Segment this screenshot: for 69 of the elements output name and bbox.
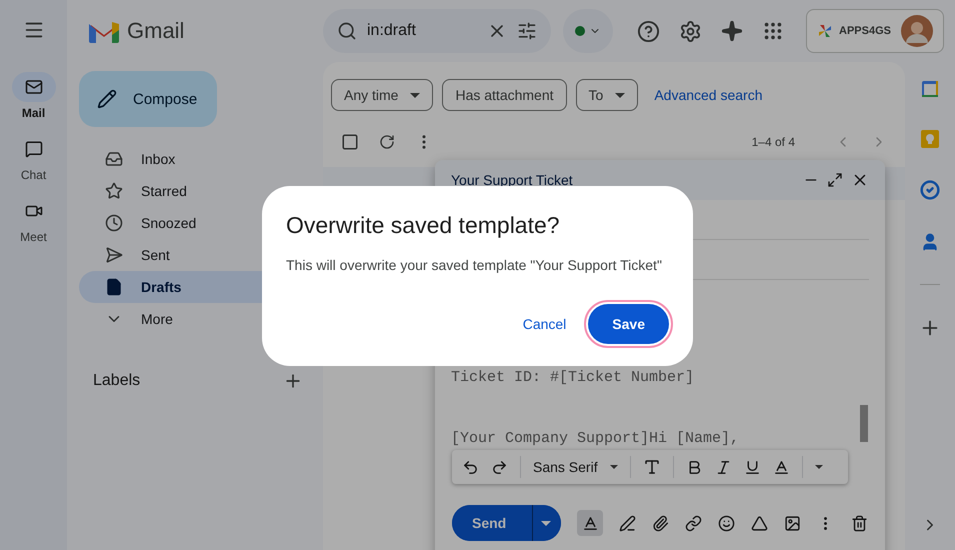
pinwheel-logo-icon [817, 23, 833, 39]
pencil-icon [97, 89, 117, 109]
text-format-icon [582, 514, 599, 532]
inbox-icon [105, 150, 123, 168]
body-text: [Your Company Support]Hi [Name], [451, 430, 740, 447]
dialog-message: This will overwrite your saved template "Your Support Ticket" [286, 257, 663, 273]
search-icon [337, 21, 357, 41]
text-color-icon[interactable] [772, 458, 790, 476]
drive-icon[interactable] [751, 514, 768, 532]
mail-icon [24, 78, 42, 96]
trash-icon[interactable] [851, 514, 868, 532]
filter-chip[interactable]: Has attachment [442, 79, 567, 111]
chat-icon [24, 140, 42, 158]
filter-icon[interactable] [517, 21, 537, 41]
nav-item[interactable]: Inbox [79, 143, 323, 175]
task-check-icon[interactable] [920, 180, 940, 200]
search-field[interactable]: in:draft [323, 9, 551, 53]
font-select[interactable]: Sans Serif [533, 459, 598, 475]
image-icon[interactable] [784, 514, 802, 532]
save-button[interactable]: Save [588, 304, 669, 344]
advanced-search-link[interactable]: Advanced search [654, 87, 763, 103]
attach-icon[interactable] [652, 514, 670, 532]
cancel-button[interactable]: Cancel [518, 304, 570, 344]
labels-heading: Labels [93, 372, 140, 390]
account-button[interactable]: APPS4GS [806, 9, 944, 53]
sparkle-icon[interactable] [721, 20, 743, 42]
gmail-logo-icon [89, 20, 119, 42]
settings-icon[interactable] [679, 20, 702, 42]
emoji-icon[interactable] [718, 514, 736, 532]
nav-item[interactable]: More [79, 303, 323, 335]
caret-icon [610, 465, 618, 469]
undo-icon[interactable] [462, 458, 479, 476]
redo-icon[interactable] [491, 458, 508, 476]
caret-icon[interactable] [814, 465, 823, 469]
help-icon[interactable] [637, 20, 660, 42]
file-icon [105, 278, 123, 296]
caret-icon [541, 520, 552, 526]
filter-chip[interactable]: Any time [331, 79, 434, 111]
send-icon [105, 246, 123, 264]
formatting-toggle[interactable] [577, 510, 604, 536]
scrollbar-thumb[interactable] [860, 405, 868, 442]
send-button[interactable]: Send [452, 505, 534, 541]
refresh-icon[interactable] [379, 134, 395, 150]
compose-title: Your Support Ticket [451, 172, 574, 188]
filter-chip[interactable]: To [576, 79, 638, 111]
link-icon[interactable] [685, 514, 702, 532]
status-dot-icon [575, 26, 585, 36]
avatar-icon [901, 15, 933, 47]
rail-button[interactable] [12, 72, 56, 102]
pagination-text: 1–4 of 4 [752, 135, 795, 149]
expand-icon[interactable] [827, 172, 843, 188]
rail-label: Mail [22, 106, 46, 120]
account-label: APPS4GS [839, 25, 892, 37]
checkbox[interactable] [341, 133, 359, 151]
status-button[interactable] [563, 9, 613, 53]
underline-icon[interactable] [744, 458, 761, 476]
magic-pen-icon[interactable] [619, 514, 636, 532]
rail-label: Chat [20, 168, 46, 182]
body-text: Ticket ID: #[Ticket Number] [451, 369, 696, 386]
compose-button[interactable]: Compose [79, 71, 217, 127]
dialog-title: Overwrite saved template? [286, 212, 561, 239]
star-icon [105, 182, 123, 200]
nav-item[interactable]: Starred [79, 175, 323, 207]
app-name: Gmail [127, 18, 184, 44]
rail-label: Meet [20, 230, 47, 244]
clock-icon [105, 214, 123, 232]
apps-grid-icon[interactable] [762, 20, 784, 42]
calendar-icon[interactable] [921, 80, 939, 98]
text-size-icon[interactable] [642, 458, 661, 476]
